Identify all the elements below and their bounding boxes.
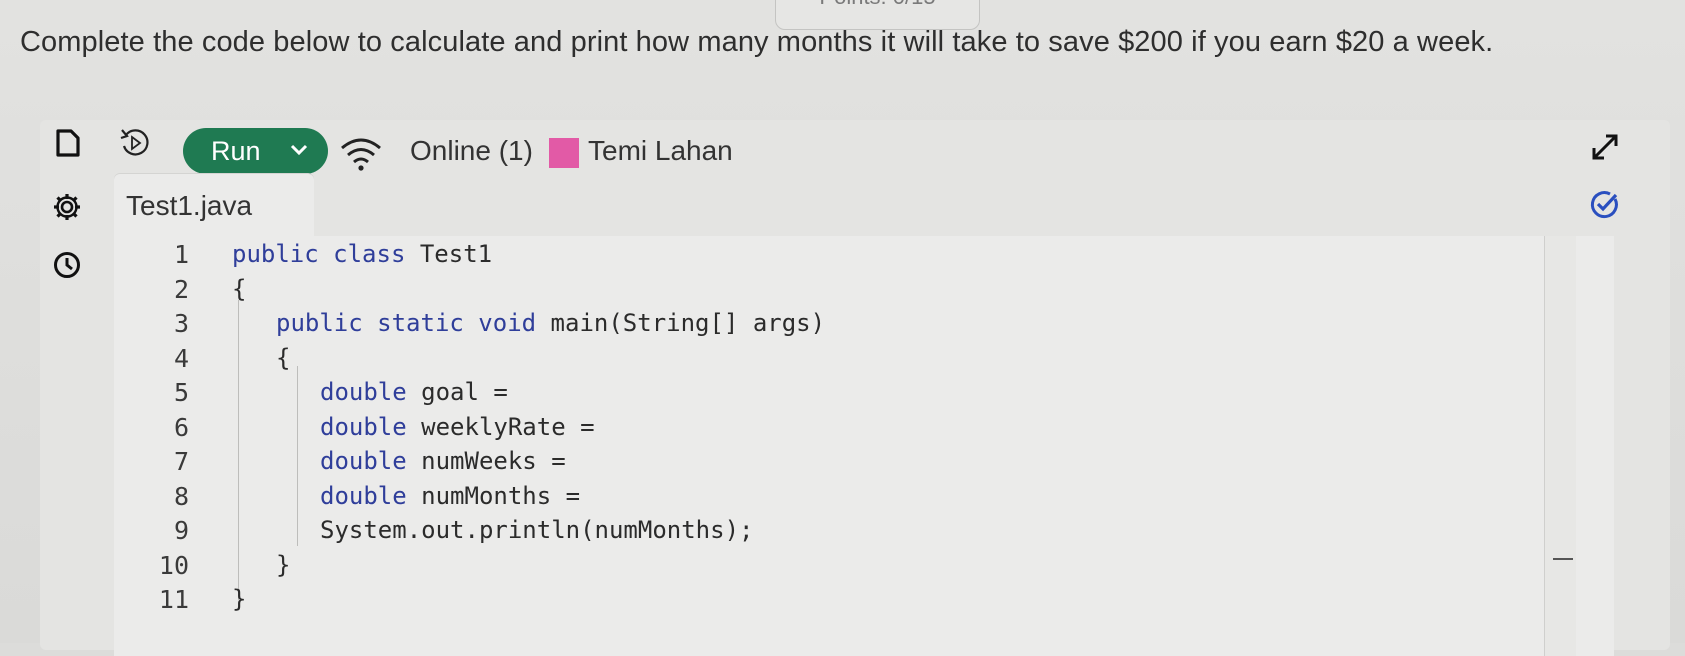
gear-icon[interactable] [52,192,82,222]
line-number: 5 [173,378,189,407]
code-line: double numWeeks = [320,447,566,475]
code-line: } [232,585,246,613]
indent-guide [297,366,298,546]
line-number: 10 [158,550,189,580]
code-line: public class Test1 [232,240,492,268]
question-prompt: Complete the code below to calculate and… [20,26,1494,58]
check-circle-icon[interactable] [1588,188,1620,220]
code-line: { [276,344,290,372]
code-text: goal = [406,378,508,406]
run-button-label: Run [211,136,261,166]
code-text: numWeeks = [406,447,566,475]
expand-icon[interactable] [1588,130,1622,164]
scrollbar-thumb[interactable] [1553,558,1573,560]
code-line: System.out.println(numMonths); [320,516,753,544]
code-line: public static void main(String[] args) [276,309,825,337]
online-status: Online (1) [410,135,533,166]
code-line: double weeklyRate = [320,413,595,441]
points-text: Points: 0/15 [819,0,935,9]
file-icon[interactable] [54,128,82,158]
code-text: } [276,550,291,579]
code-line: double numMonths = [320,482,580,510]
line-number: 11 [158,585,189,614]
code-line: } [276,551,290,579]
code-keyword: double [320,412,407,441]
code-text: } [232,585,247,613]
line-number: 8 [173,481,189,511]
indent-guide [238,300,239,600]
line-number: 4 [173,343,189,373]
code-keyword: double [320,447,407,475]
line-number: 1 [173,240,189,269]
code-text: { [232,274,247,303]
user-presence-swatch [549,138,579,168]
code-text: weeklyRate = [406,412,595,441]
code-area[interactable]: 1 public class Test1 2 {3 public static void… [114,236,1614,656]
clock-icon[interactable] [52,250,82,280]
line-number: 6 [173,412,189,442]
chevron-down-icon[interactable] [289,143,309,157]
tab-test1-java[interactable]: Test1.java [114,174,314,236]
code-text: main(String[] args) [536,309,826,337]
code-editor-panel: Run Online (1) Temi Lahan Test1.java 1 p… [40,120,1670,656]
line-number: 7 [173,447,189,476]
vertical-scrollbar[interactable] [1544,236,1576,656]
code-keyword: public static void [276,309,537,337]
code-text: Test1 [405,240,493,268]
code-text: System.out.println(numMonths); [320,516,754,544]
left-rail [40,184,120,654]
code-keyword: public class [232,240,406,268]
code-keyword: double [320,378,407,406]
run-button[interactable]: Run [183,128,328,174]
line-number: 3 [173,309,189,338]
tab-label: Test1.java [126,190,253,221]
code-keyword: double [320,481,407,510]
code-text: { [276,343,291,372]
code-line: double goal = [320,378,508,406]
code-text: numMonths = [406,481,581,510]
rerun-icon[interactable] [118,126,152,160]
line-number: 9 [173,516,189,545]
user-name: Temi Lahan [588,135,733,166]
wifi-icon [341,138,381,171]
page: Points: 0/15 Complete the code below to … [0,0,1685,656]
line-number: 2 [173,274,189,304]
code-line: { [232,275,246,303]
